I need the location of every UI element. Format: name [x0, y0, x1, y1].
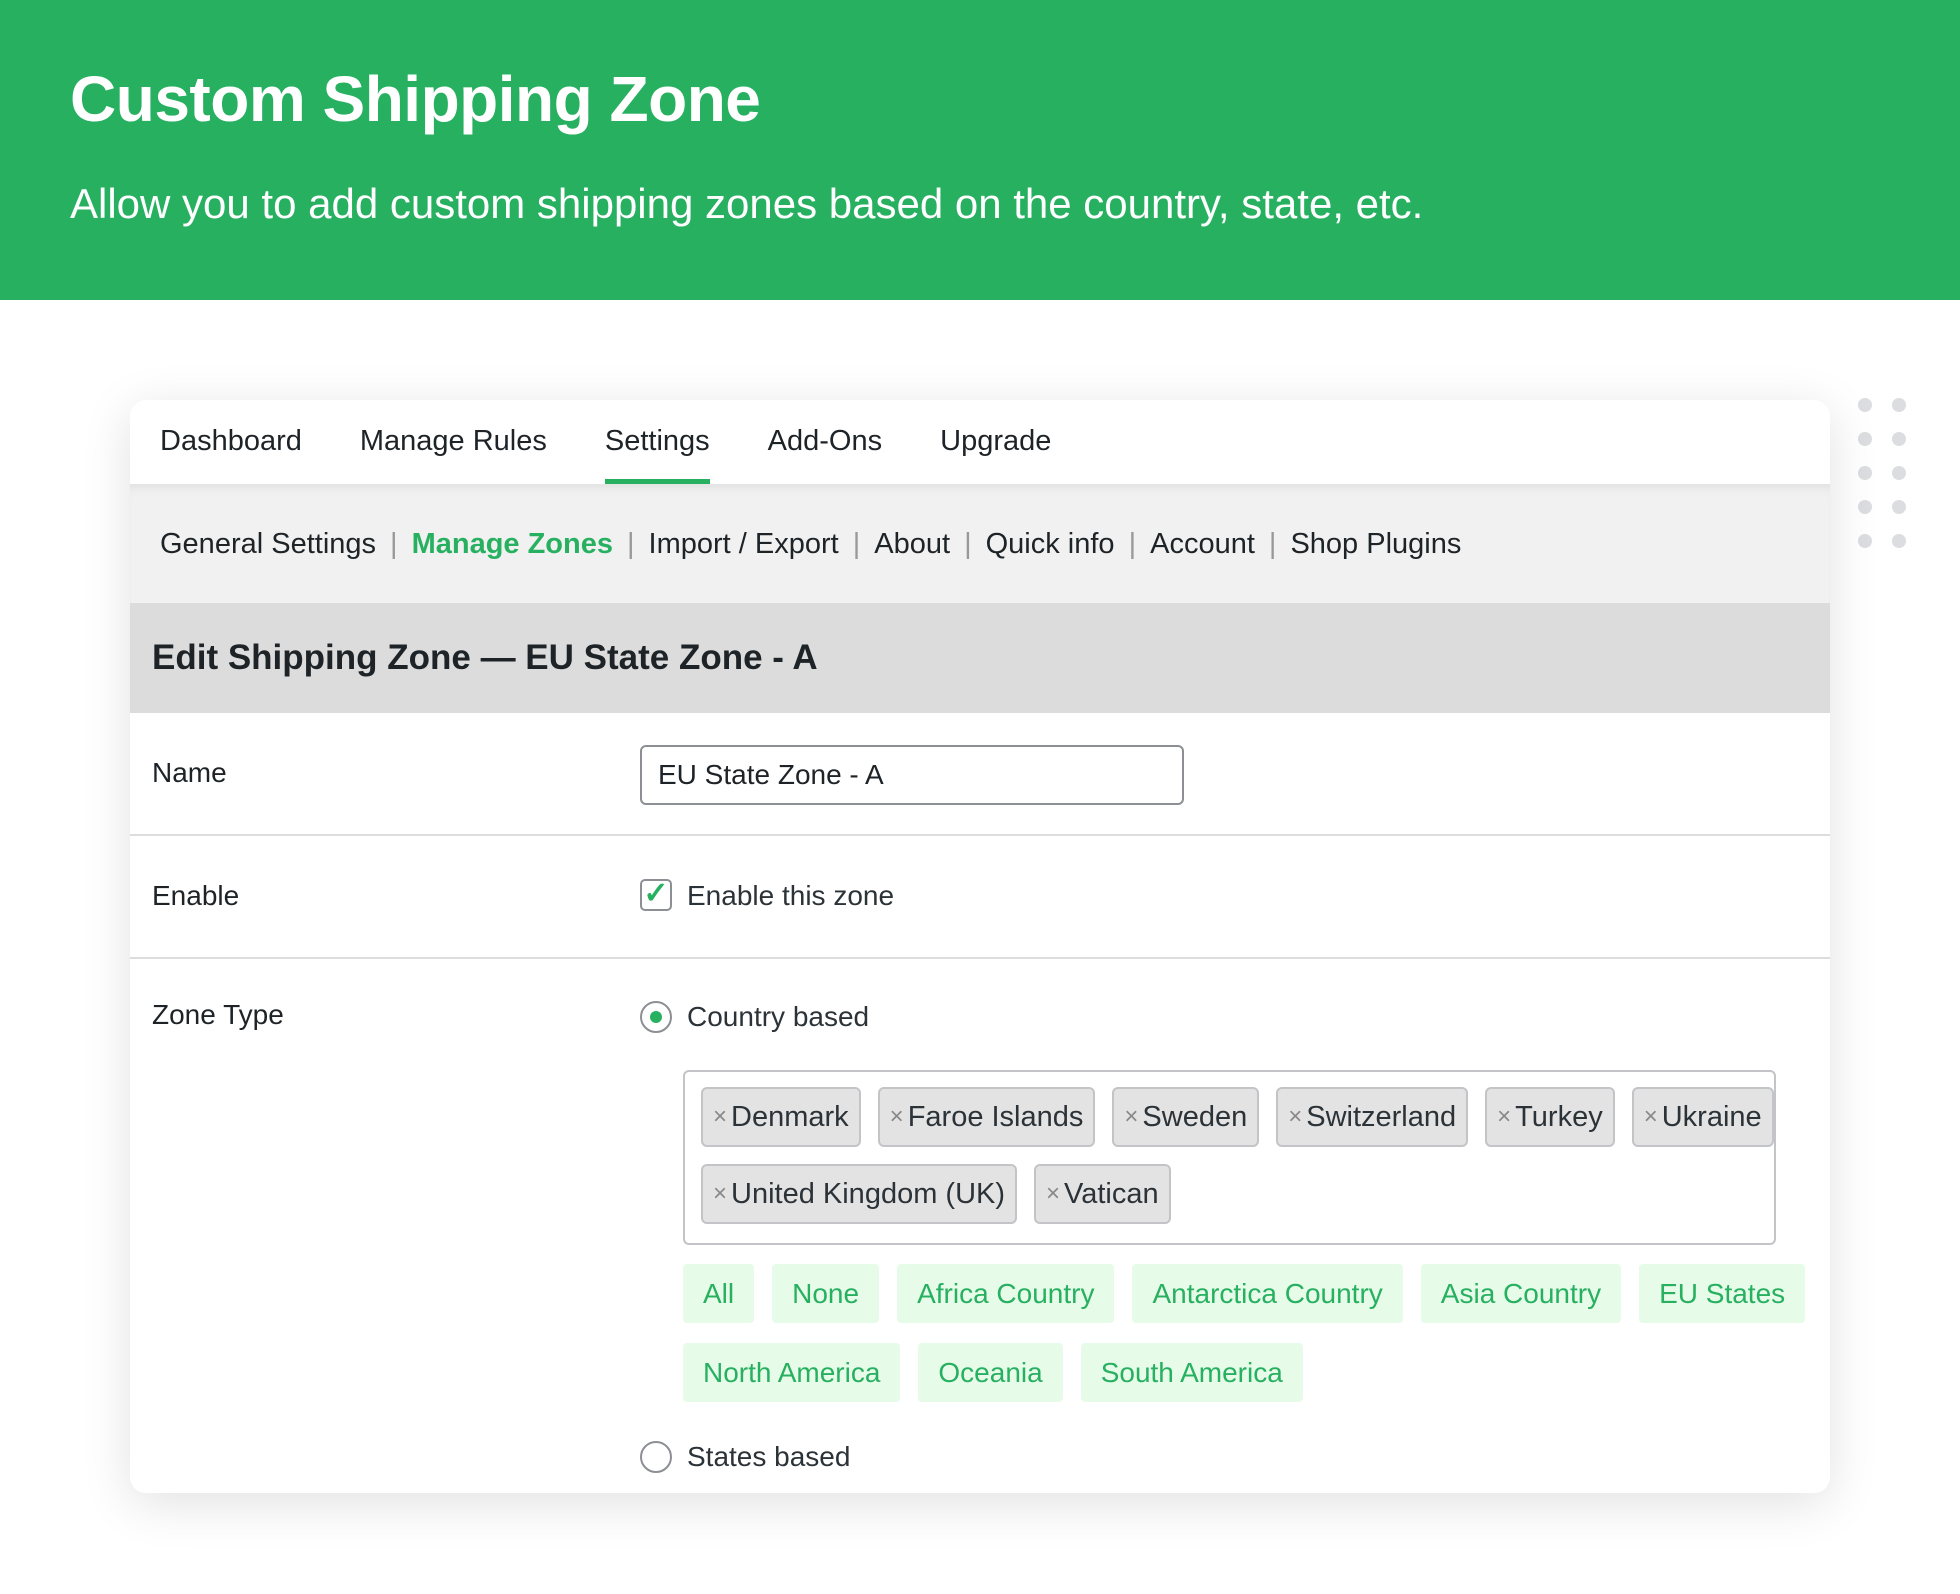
quick-select-buttons: All None Africa Country Antarctica Count… — [683, 1264, 1823, 1402]
tab-add-ons[interactable]: Add-Ons — [768, 400, 882, 484]
name-input[interactable]: EU State Zone - A — [640, 745, 1184, 805]
subnav-general-settings[interactable]: General Settings — [160, 528, 376, 561]
sub-nav: General Settings | Manage Zones | Import /… — [130, 485, 1830, 603]
name-label: Name — [152, 757, 227, 788]
checkmark-icon: ✓ — [643, 877, 669, 910]
tab-manage-rules[interactable]: Manage Rules — [360, 400, 547, 484]
select-none-button[interactable]: None — [772, 1264, 880, 1323]
eu-states-button[interactable]: EU States — [1639, 1264, 1806, 1323]
country-tag: × United Kingdom (UK) — [701, 1164, 1018, 1224]
remove-icon[interactable]: × — [713, 1089, 727, 1145]
country-tag: × Turkey — [1485, 1087, 1615, 1147]
oceania-button[interactable]: Oceania — [918, 1343, 1063, 1402]
states-based-label[interactable]: States based — [687, 1441, 850, 1473]
states-based-radio[interactable] — [640, 1441, 672, 1473]
country-tag: × Sweden — [1112, 1087, 1260, 1147]
hero-subtitle: Allow you to add custom shipping zones b… — [70, 180, 1424, 227]
subnav-about[interactable]: About — [874, 528, 950, 561]
enable-row: Enable ✓ Enable this zone — [130, 836, 1830, 959]
remove-icon[interactable]: × — [1644, 1089, 1658, 1145]
country-tag: × Ukraine — [1631, 1087, 1774, 1147]
hero-banner: Custom Shipping Zone Allow you to add cu… — [0, 0, 1960, 300]
tab-settings[interactable]: Settings — [604, 400, 710, 484]
antarctica-button[interactable]: Antarctica Country — [1132, 1264, 1403, 1323]
name-row: Name EU State Zone - A — [130, 713, 1830, 836]
enable-text: Enable this zone — [687, 880, 895, 911]
country-tag: × Denmark — [701, 1087, 861, 1147]
country-based-label[interactable]: Country based — [687, 1001, 869, 1033]
country-select[interactable]: × Denmark × Faroe Islands × Sweden × Switzer… — [683, 1070, 1776, 1245]
country-tag: × Switzerland — [1276, 1087, 1469, 1147]
subnav-manage-zones[interactable]: Manage Zones — [412, 528, 613, 561]
africa-button[interactable]: Africa Country — [897, 1264, 1115, 1323]
page-title: Edit Shipping Zone — EU State Zone - A — [130, 603, 1830, 713]
subnav-import-export[interactable]: Import / Export — [649, 528, 839, 561]
select-all-button[interactable]: All — [683, 1264, 755, 1323]
remove-icon[interactable]: × — [1046, 1166, 1060, 1222]
enable-label: Enable — [152, 880, 240, 911]
hero-title: Custom Shipping Zone — [70, 63, 761, 135]
remove-icon[interactable]: × — [890, 1089, 904, 1145]
remove-icon[interactable]: × — [1288, 1089, 1302, 1145]
subnav-shop-plugins[interactable]: Shop Plugins — [1290, 528, 1461, 561]
remove-icon[interactable]: × — [713, 1166, 727, 1222]
decorative-dots — [1858, 398, 1906, 548]
main-nav: Dashboard Manage Rules Settings Add-Ons … — [130, 400, 1830, 485]
zone-type-row: Zone Type Country based × Denmark × Faroe … — [130, 959, 1830, 1493]
south-america-button[interactable]: South America — [1080, 1343, 1303, 1402]
remove-icon[interactable]: × — [1124, 1089, 1138, 1145]
subnav-quick-info[interactable]: Quick info — [986, 528, 1115, 561]
country-tag: × Vatican — [1034, 1164, 1171, 1224]
asia-button[interactable]: Asia Country — [1420, 1264, 1622, 1323]
tab-dashboard[interactable]: Dashboard — [160, 400, 302, 484]
enable-checkbox[interactable]: ✓ — [640, 879, 672, 911]
north-america-button[interactable]: North America — [683, 1343, 901, 1402]
subnav-account[interactable]: Account — [1150, 528, 1255, 561]
zone-type-label: Zone Type — [152, 999, 284, 1030]
tab-upgrade[interactable]: Upgrade — [940, 400, 1051, 484]
remove-icon[interactable]: × — [1497, 1089, 1511, 1145]
country-based-radio[interactable] — [640, 1001, 672, 1033]
country-tag: × Faroe Islands — [877, 1087, 1096, 1147]
settings-card: Dashboard Manage Rules Settings Add-Ons … — [130, 400, 1830, 1493]
